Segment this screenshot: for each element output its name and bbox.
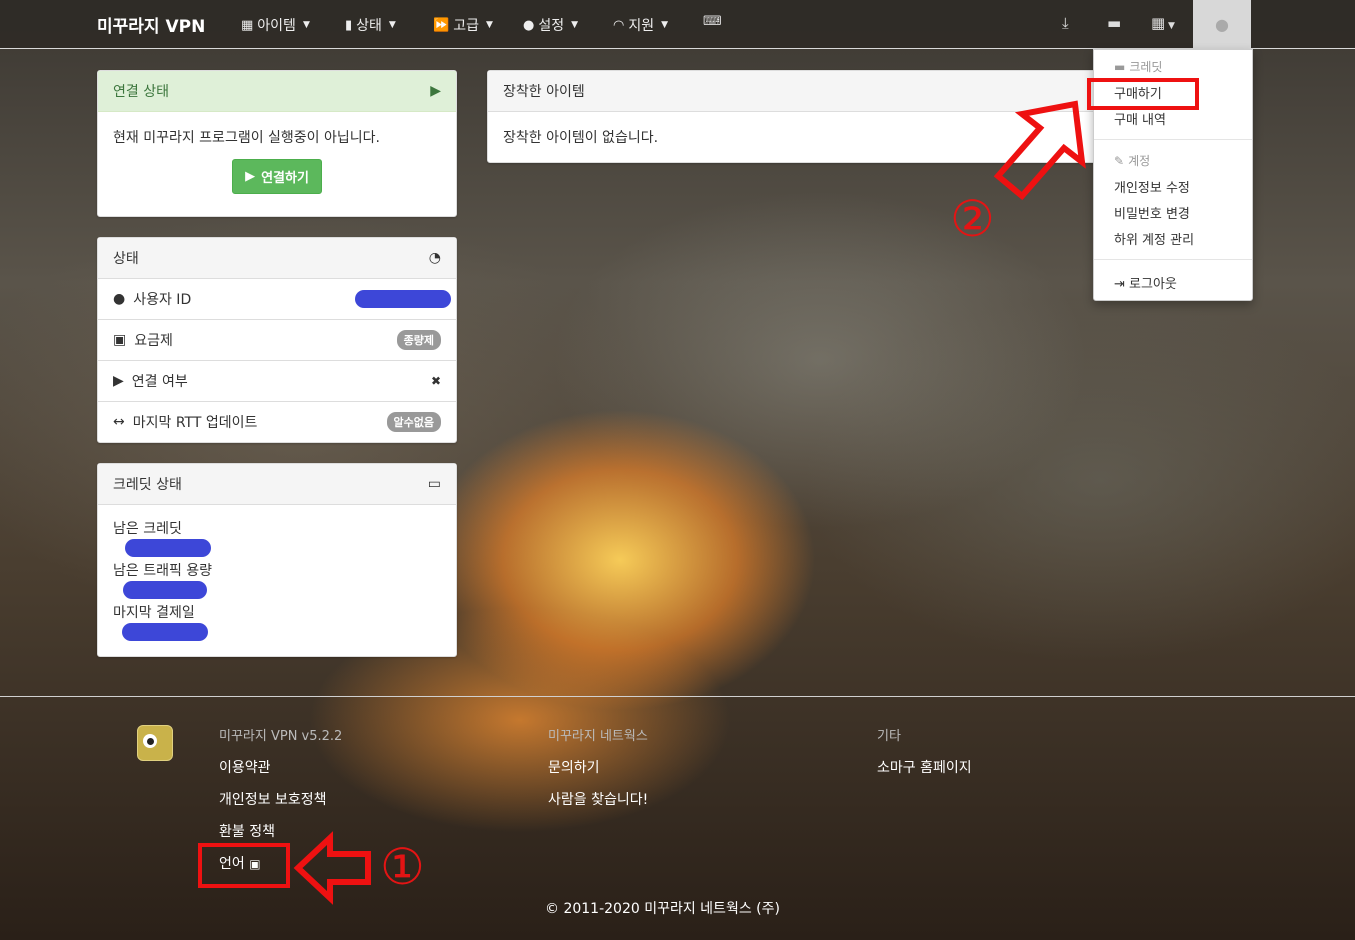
step-number-2: ② — [950, 190, 995, 248]
annotation-arrows — [293, 100, 1086, 905]
arrow-to-buy — [993, 100, 1086, 201]
arrow-to-language — [293, 831, 371, 905]
step-number-1: ① — [380, 838, 425, 896]
